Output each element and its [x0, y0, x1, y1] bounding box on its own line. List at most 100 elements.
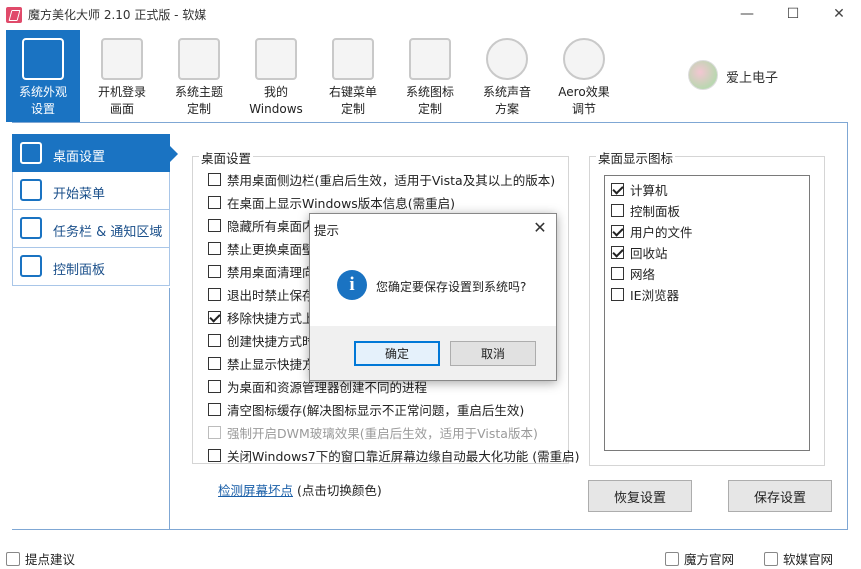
checkbox[interactable]	[208, 195, 221, 209]
option-label: 禁用桌面清理向	[227, 264, 315, 280]
checkbox[interactable]	[208, 333, 221, 347]
list-item[interactable]: IE浏览器	[611, 284, 679, 304]
main-toolbar: 系统外观 设置 开机登录 画面 系统主题 定制 我的 Windows 右键菜单 …	[0, 28, 861, 122]
tool-label: 系统图标 定制	[405, 85, 454, 116]
checkbox[interactable]	[611, 287, 624, 301]
option-disable-cleanup-wizard[interactable]: 禁用桌面清理向	[208, 261, 315, 281]
user-screen-icon	[101, 38, 143, 80]
ok-button[interactable]: 确定	[354, 341, 440, 366]
group-title: 桌面设置	[199, 148, 254, 167]
checkbox[interactable]	[208, 379, 221, 393]
tool-context-menu[interactable]: 右键菜单 定制	[316, 30, 390, 122]
taskbar-icon	[20, 217, 42, 239]
tool-theme[interactable]: 系统主题 定制	[162, 30, 236, 122]
tool-aero[interactable]: Aero效果 调节	[547, 30, 621, 122]
checkbox[interactable]	[208, 287, 221, 301]
list-item[interactable]: 控制面板	[611, 200, 680, 220]
option-label: 移除快捷方式上	[227, 310, 315, 326]
close-button[interactable]: ✕	[816, 0, 861, 28]
control-panel-icon	[20, 255, 42, 277]
checkbox[interactable]	[208, 356, 221, 370]
option-label: 禁用桌面侧边栏(重启后生效，适用于Vista及其以上的版本)	[227, 172, 556, 188]
paintbrush-icon	[22, 38, 64, 80]
sidebar: 桌面设置 开始菜单 任务栏 & 通知区域 控制面板	[12, 134, 178, 286]
status-bar: 提点建议 魔方官网 软媒官网	[0, 545, 861, 569]
window-icon	[255, 38, 297, 80]
option-disable-sidebar[interactable]: 禁用桌面侧边栏(重启后生效，适用于Vista及其以上的版本)	[208, 169, 555, 189]
checkbox[interactable]	[611, 245, 624, 259]
ruanmei-label: 软媒官网	[783, 552, 834, 567]
option-disable-aero-snap[interactable]: 关闭Windows7下的窗口靠近屏幕边缘自动最大化功能 (需重启)	[208, 445, 579, 465]
item-label: 控制面板	[630, 203, 681, 219]
option-hide-shortcut[interactable]: 禁止显示快捷方	[208, 353, 315, 373]
tool-system-sounds[interactable]: 系统声音 方案	[470, 30, 544, 122]
tool-login-screen[interactable]: 开机登录 画面	[85, 30, 159, 122]
checkbox[interactable]	[208, 172, 221, 186]
sidebar-item-start-menu[interactable]: 开始菜单	[12, 172, 170, 210]
mofang-label: 魔方官网	[684, 552, 735, 567]
option-no-save-on-exit[interactable]: 退出时禁止保存	[208, 284, 315, 304]
checkbox[interactable]	[208, 402, 221, 416]
minimize-button[interactable]: —	[724, 0, 770, 28]
checkbox[interactable]	[611, 203, 624, 217]
feedback-link[interactable]: 提点建议	[6, 549, 75, 568]
checkbox[interactable]	[208, 264, 221, 278]
checkbox[interactable]	[208, 310, 221, 324]
list-item[interactable]: 用户的文件	[611, 221, 693, 241]
checkbox[interactable]	[611, 182, 624, 196]
tool-appearance[interactable]: 系统外观 设置	[6, 30, 80, 122]
sidebar-item-desktop[interactable]: 桌面设置	[12, 134, 178, 172]
ruanmei-site-link[interactable]: 软媒官网	[764, 549, 833, 568]
checkbox[interactable]	[611, 266, 624, 280]
option-hide-desktop-items[interactable]: 隐藏所有桌面内	[208, 215, 315, 235]
sidebar-item-label: 桌面设置	[53, 150, 106, 165]
option-label: 在桌面上显示Windows版本信息(需重启)	[227, 195, 456, 211]
feedback-icon	[6, 551, 20, 566]
option-label: 强制开启DWM玻璃效果(重启后生效，适用于Vista版本)	[227, 425, 538, 441]
dead-pixel-check: 检测屏幕坏点 (点击切换颜色)	[218, 480, 382, 499]
dialog-close-button[interactable]: ✕	[530, 217, 550, 237]
dead-pixel-link[interactable]: 检测屏幕坏点	[218, 483, 293, 498]
item-label: IE浏览器	[630, 287, 680, 303]
checkbox	[208, 425, 221, 439]
tool-label: Aero效果 调节	[558, 85, 610, 116]
list-item[interactable]: 计算机	[611, 179, 668, 199]
option-label: 禁止更换桌面壁	[227, 241, 315, 257]
sidebar-item-taskbar[interactable]: 任务栏 & 通知区域	[12, 210, 170, 248]
ruanmei-logo-icon	[764, 551, 778, 566]
desktop-icons-list: 计算机 控制面板 用户的文件 回收站 网络 IE浏览器	[604, 175, 810, 451]
list-item[interactable]: 网络	[611, 263, 655, 283]
tool-label: 系统主题 定制	[174, 85, 223, 116]
feedback-label: 提点建议	[25, 552, 76, 567]
music-note-icon	[486, 38, 528, 80]
mofang-logo-icon	[665, 551, 679, 566]
dialog-title: 提示	[314, 223, 340, 238]
checkbox[interactable]	[208, 241, 221, 255]
avatar	[688, 60, 718, 90]
tool-label: 系统声音 方案	[482, 85, 531, 116]
option-disable-wallpaper-change[interactable]: 禁止更换桌面壁	[208, 238, 315, 258]
tool-label: 开机登录 画面	[97, 85, 146, 116]
tool-label: 系统外观 设置	[18, 85, 67, 116]
tool-system-icons[interactable]: 系统图标 定制	[393, 30, 467, 122]
sidebar-item-control-panel[interactable]: 控制面板	[12, 248, 170, 286]
checkbox[interactable]	[208, 218, 221, 232]
restore-button[interactable]: 恢复设置	[588, 480, 692, 512]
maximize-button[interactable]: ☐	[770, 0, 816, 28]
checkbox[interactable]	[611, 224, 624, 238]
checkbox[interactable]	[208, 448, 221, 462]
option-shortcut-suffix[interactable]: 创建快捷方式时	[208, 330, 315, 350]
list-item[interactable]: 回收站	[611, 242, 668, 262]
desktop-brush-icon	[20, 142, 42, 164]
mofang-site-link[interactable]: 魔方官网	[665, 549, 734, 568]
dialog-footer: 确定 取消	[310, 326, 556, 380]
tool-my-windows[interactable]: 我的 Windows	[239, 30, 313, 122]
option-clear-icon-cache[interactable]: 清空图标缓存(解决图标显示不正常问题，重启后生效)	[208, 399, 524, 419]
item-label: 回收站	[630, 245, 668, 261]
option-show-version[interactable]: 在桌面上显示Windows版本信息(需重启)	[208, 192, 455, 212]
sidebar-item-label: 控制面板	[53, 263, 106, 278]
save-button[interactable]: 保存设置	[728, 480, 832, 512]
cancel-button[interactable]: 取消	[450, 341, 536, 366]
item-label: 用户的文件	[630, 224, 693, 240]
option-remove-shortcut-arrow[interactable]: 移除快捷方式上	[208, 307, 315, 327]
